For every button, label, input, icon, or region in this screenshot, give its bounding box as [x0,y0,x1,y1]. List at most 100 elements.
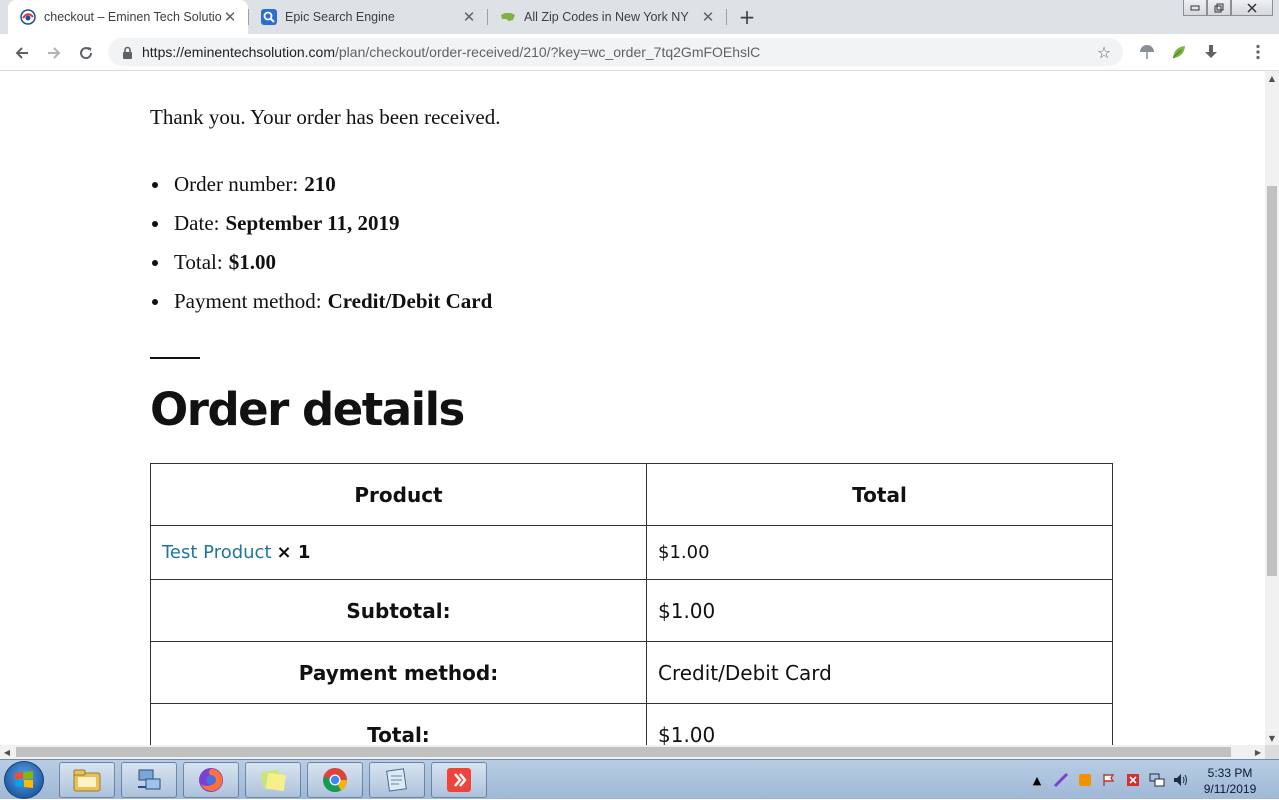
overview-label: Total: [174,250,223,274]
horizontal-scrollbar[interactable]: ◀ ▶ [0,745,1265,759]
reload-icon [80,47,93,60]
overview-value: Credit/Debit Card [327,289,493,313]
divider [150,357,200,359]
scroll-up-arrow-icon[interactable]: ▲ [1265,71,1279,85]
taskbar-firefox[interactable] [183,762,239,798]
order-overview: Order number: 210 Date: September 11, 2019… [150,165,492,321]
scroll-right-arrow-icon[interactable]: ▶ [1251,745,1265,759]
new-tab-button[interactable]: + [736,5,758,29]
tab-title: All Zip Codes in New York NY [524,10,689,24]
close-tab-icon[interactable]: ✕ [700,9,716,26]
taskbar-clock[interactable]: 5:33 PM 9/11/2019 [1193,765,1267,797]
windows-logo-icon [15,771,33,788]
bookmark-star-icon[interactable]: ☆ [1095,43,1113,62]
taskbar-chrome[interactable] [307,762,363,798]
tab-zip-codes[interactable]: All Zip Codes in New York NY ✕ [488,0,726,34]
back-button[interactable] [9,40,35,66]
order-payment-method: Payment method: Credit/Debit Card [150,282,492,321]
vertical-scrollbar[interactable]: ▲ ▼ [1265,71,1279,745]
volume-icon[interactable] [1173,772,1189,788]
payment-method-value: Credit/Debit Card [646,641,1113,704]
overview-value: September 11, 2019 [225,211,400,235]
system-tray: ▲ [1029,760,1197,800]
horizontal-scroll-thumb[interactable] [16,747,1231,757]
close-window-button[interactable] [1231,0,1273,16]
restore-button[interactable] [1207,0,1231,16]
tab-divider [726,9,727,25]
url-path: /plan/checkout/order-received/210/?key=w… [335,44,761,60]
tab-title: checkout – Eminen Tech Solution [44,10,222,24]
close-icon [1247,2,1257,13]
order-details-table: Product Total Test Product × 1 $1.00 Subt… [150,463,1113,745]
table-header-row: Product Total [150,463,1113,526]
leaf-extension-icon[interactable] [1169,42,1189,62]
notepad-icon [386,768,407,792]
tab-checkout[interactable]: checkout – Eminen Tech Solution ✕ [8,0,248,34]
network-tray-icon[interactable] [1149,772,1165,788]
order-details-heading: Order details [150,383,465,436]
order-date: Date: September 11, 2019 [150,204,492,243]
column-header-product: Product [150,463,647,526]
product-quantity: × 1 [276,542,311,563]
total-value: $1.00 [646,703,1113,745]
column-header-total: Total [646,463,1113,526]
us-map-icon [500,9,516,25]
taskbar-sticky-notes[interactable] [245,762,301,798]
browser-toolbar: https://eminentechsolution.com/plan/chec… [0,34,1279,71]
tab-epic-search[interactable]: Epic Search Engine ✕ [249,0,487,34]
orange-app-tray-icon[interactable] [1077,772,1093,788]
url-text: https://eminentechsolution.com/plan/chec… [142,44,760,60]
subtotal-label: Subtotal: [150,579,647,642]
line-total-cell: $1.00 [646,525,1113,580]
menu-kebab-icon[interactable] [1248,42,1268,62]
taskbar-notepad[interactable] [369,762,425,798]
close-tab-icon[interactable]: ✕ [222,9,238,26]
reload-button[interactable] [73,40,99,66]
action-center-flag-icon[interactable] [1101,772,1117,788]
umbrella-extension-icon[interactable] [1137,42,1157,62]
scroll-left-arrow-icon[interactable]: ◀ [0,745,14,759]
product-link[interactable]: Test Product [162,542,272,563]
table-row: Test Product × 1 $1.00 [150,525,1113,580]
overview-label: Date: [174,211,220,235]
taskbar-network[interactable] [121,762,177,798]
download-icon[interactable] [1201,42,1221,62]
network-icon [138,769,161,790]
overview-label: Payment method: [174,289,322,313]
file-explorer-icon [73,769,101,792]
taskbar-anydesk[interactable] [431,762,487,798]
restore-icon [1214,3,1224,12]
forward-button[interactable] [41,40,67,66]
search-magnifier-icon [261,9,277,25]
order-total: Total: $1.00 [150,243,492,282]
address-bar[interactable]: https://eminentechsolution.com/plan/chec… [108,38,1123,66]
minimize-icon [1190,5,1200,10]
clock-date: 9/11/2019 [1203,782,1257,796]
minimize-button[interactable] [1183,0,1207,16]
total-label: Total: [150,703,647,745]
bullet [152,181,158,188]
chrome-icon [323,768,347,793]
arrow-left-icon [15,47,28,59]
page-content: Thank you. Your order has been received.… [0,71,1265,745]
start-button[interactable] [4,761,44,799]
vertical-scroll-thumb[interactable] [1267,186,1277,576]
antivirus-tray-icon[interactable] [1125,772,1141,788]
product-cell: Test Product × 1 [150,525,647,580]
close-tab-icon[interactable]: ✕ [461,9,477,26]
scrollbar-corner [1265,745,1279,759]
order-received-notice: Thank you. Your order has been received. [150,105,501,129]
bullet [152,298,158,305]
taskbar-file-explorer[interactable] [59,762,115,798]
subtotal-row: Subtotal: $1.00 [150,579,1113,642]
pen-tray-icon[interactable] [1053,772,1069,788]
total-row: Total: $1.00 [150,703,1113,745]
tab-title: Epic Search Engine [285,10,395,24]
edge-like-icon [20,9,36,25]
scroll-down-arrow-icon[interactable]: ▼ [1265,731,1279,745]
overview-value: $1.00 [228,250,276,274]
subtotal-value: $1.00 [646,579,1113,642]
anydesk-icon [447,768,471,792]
show-hidden-icons-icon[interactable]: ▲ [1029,772,1045,788]
overview-label: Order number: [174,172,299,196]
